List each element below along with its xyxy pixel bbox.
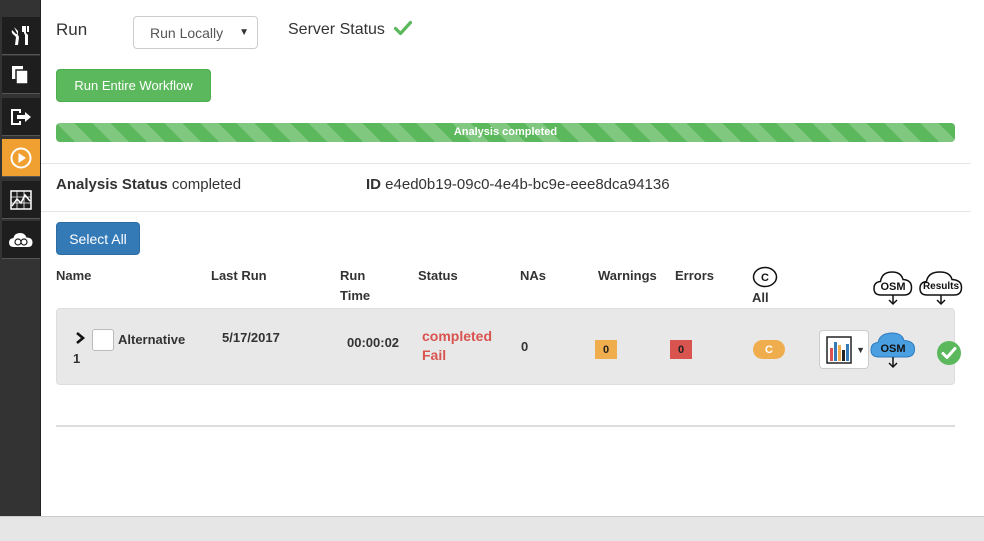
sidebar xyxy=(0,0,41,516)
table-row: Alternative 1 5/17/2017 00:00:02 complet… xyxy=(56,308,961,385)
copy-icon xyxy=(12,65,29,85)
row-status: completed Fail xyxy=(422,327,492,365)
results-header-label: Results xyxy=(923,281,960,292)
column-header-name: Name xyxy=(56,268,92,283)
row-nas: 0 xyxy=(521,339,529,354)
chevron-right-icon[interactable] xyxy=(74,331,86,345)
divider xyxy=(41,163,971,164)
run-mode-select-value: Run Locally xyxy=(150,25,224,41)
column-header-run-time-line1: Run xyxy=(340,268,366,283)
osm-cloud-header-icon[interactable]: OSM xyxy=(872,266,914,306)
row-name: Alternative xyxy=(118,332,186,347)
sidebar-item-copy[interactable] xyxy=(2,56,40,94)
run-label: Run xyxy=(56,20,88,39)
row-status-line2: Fail xyxy=(422,347,447,363)
column-header-status: Status xyxy=(418,268,458,283)
run-entire-workflow-button[interactable]: Run Entire Workflow xyxy=(56,69,211,102)
results-cloud-header-icon[interactable]: Results xyxy=(918,266,964,306)
analysis-progress-bar: Analysis completed xyxy=(56,123,955,142)
chart-icon xyxy=(10,189,32,210)
results-check-icon[interactable] xyxy=(936,340,962,366)
cloud-icon xyxy=(9,232,33,247)
warnings-badge: 0 xyxy=(595,340,617,359)
bar-chart-report-icon xyxy=(826,336,852,364)
analysis-id-value: e4ed0b19-09c0-4e4b-bc9e-eee8dca94136 xyxy=(385,176,670,193)
row-name-line2: 1 xyxy=(73,351,81,366)
row-run-time: 00:00:02 xyxy=(347,335,400,350)
c-circle-label: C xyxy=(761,272,769,284)
progress-label: Analysis completed xyxy=(453,126,558,138)
analysis-id: ID e4ed0b19-09c0-4e4b-bc9e-eee8dca94136 xyxy=(366,176,670,193)
run-mode-select[interactable]: Run Locally ▼ xyxy=(133,16,258,49)
sidebar-item-cloud[interactable] xyxy=(2,221,40,259)
column-header-all[interactable]: C All xyxy=(752,266,782,308)
errors-badge: 0 xyxy=(670,340,692,359)
caret-down-icon: ▼ xyxy=(239,27,249,38)
analysis-id-label: ID xyxy=(366,176,381,193)
main-content: Run Run Locally ▼ Server Status Run Enti… xyxy=(41,0,984,516)
bottom-bar xyxy=(0,516,984,541)
divider xyxy=(41,211,971,212)
analysis-status-value: completed xyxy=(171,176,242,193)
row-status-line1: completed xyxy=(422,328,493,344)
osm-header-label: OSM xyxy=(880,281,905,293)
analysis-status: Analysis Status completed xyxy=(56,176,241,193)
column-header-errors: Errors xyxy=(675,268,715,283)
osm-row-label: OSM xyxy=(880,343,905,355)
tools-icon xyxy=(11,25,29,45)
sidebar-item-tools[interactable] xyxy=(2,17,40,55)
sidebar-item-charts[interactable] xyxy=(2,181,40,219)
export-icon xyxy=(11,108,31,125)
column-header-warnings: Warnings xyxy=(598,268,657,283)
row-checkbox[interactable] xyxy=(92,329,114,351)
column-header-nas: NAs xyxy=(520,268,547,283)
c-badge[interactable]: C xyxy=(753,340,785,359)
column-header-all-label: All xyxy=(752,290,769,305)
column-header-run-time-line2: Time xyxy=(340,288,371,303)
osm-cloud-icon[interactable]: OSM xyxy=(870,327,916,369)
row-last-run: 5/17/2017 xyxy=(222,330,280,345)
caret-down-icon: ▼ xyxy=(856,345,865,355)
column-header-run-time: Run Time xyxy=(340,266,370,306)
sidebar-item-run[interactable] xyxy=(2,139,40,177)
c-circle-icon: C xyxy=(752,266,778,288)
play-icon xyxy=(10,147,32,168)
check-icon xyxy=(394,20,412,36)
report-dropdown-button[interactable]: ▼ xyxy=(819,330,869,369)
sidebar-item-export[interactable] xyxy=(2,98,40,136)
analysis-status-label: Analysis Status xyxy=(56,176,168,193)
server-status-label: Server Status xyxy=(288,21,385,38)
select-all-button[interactable]: Select All xyxy=(56,222,140,255)
divider xyxy=(56,425,955,427)
column-header-last-run: Last Run xyxy=(211,268,267,283)
